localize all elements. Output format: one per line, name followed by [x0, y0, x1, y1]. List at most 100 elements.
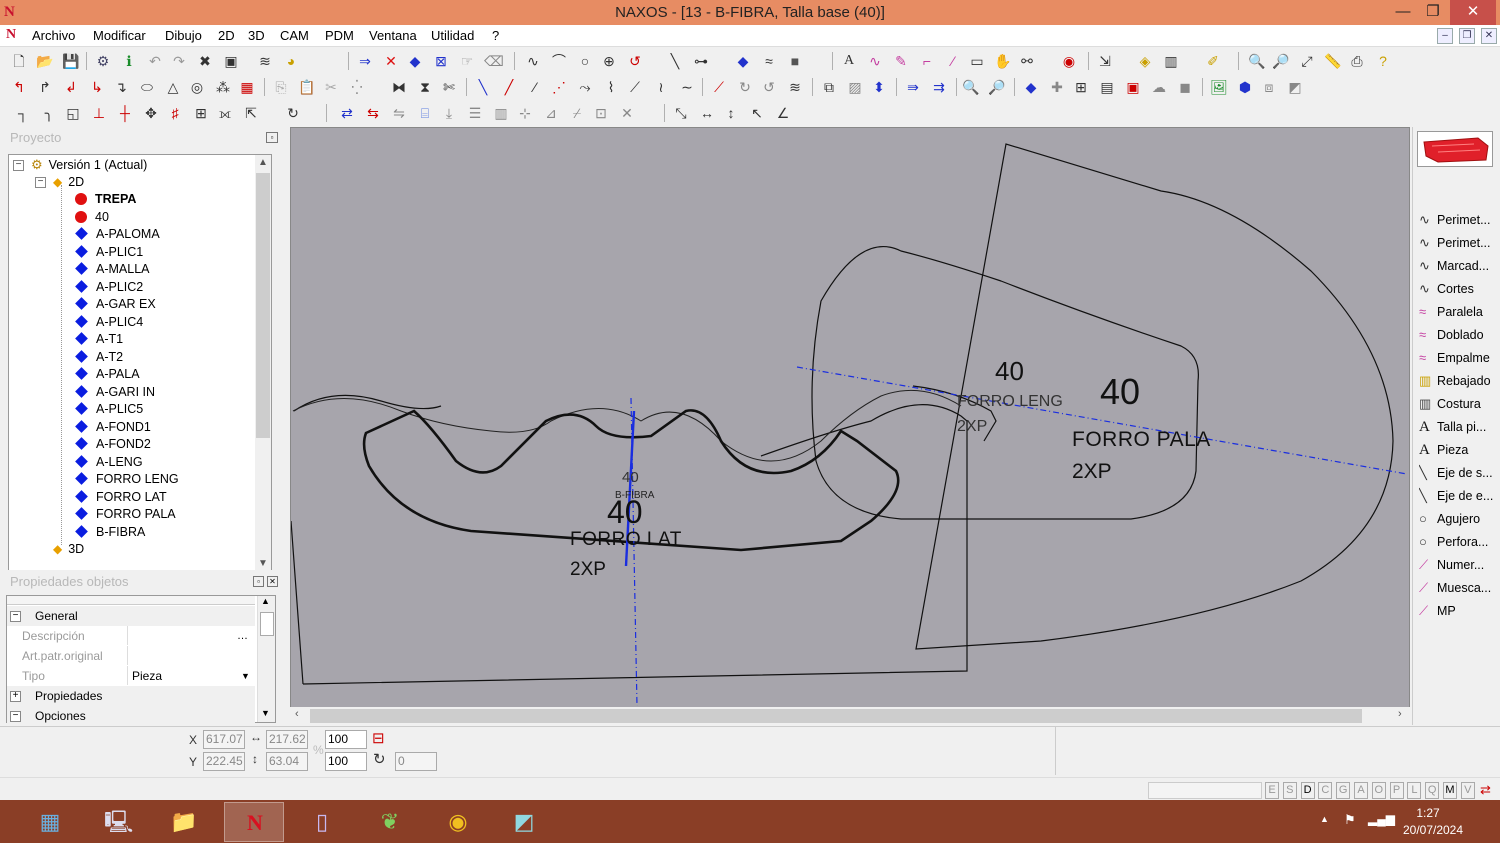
- spiral-icon[interactable]: ◎: [188, 78, 206, 96]
- arrows-red-icon[interactable]: ⇆: [364, 104, 382, 122]
- table-icon[interactable]: ⊞: [1072, 78, 1090, 96]
- menu-2d[interactable]: 2D: [218, 28, 235, 43]
- palette-item[interactable]: ╲ Eje de e...: [1419, 486, 1500, 506]
- mode-toggle[interactable]: E: [1265, 782, 1279, 799]
- tree-item[interactable]: A-MALLA: [75, 261, 150, 278]
- palette-item[interactable]: ∿ Perimet...: [1419, 233, 1500, 253]
- shapes-icon[interactable]: ◩: [1286, 78, 1304, 96]
- scroll-down-icon[interactable]: ▼: [255, 558, 271, 569]
- triangle-icon[interactable]: △: [164, 78, 182, 96]
- mode-toggle[interactable]: O: [1371, 782, 1386, 799]
- extend-icon[interactable]: ⇱: [242, 104, 260, 122]
- tree-item[interactable]: A-FOND2: [75, 436, 151, 453]
- canvas-horizontal-scrollbar[interactable]: ‹ ›: [290, 707, 1410, 725]
- menu-3d[interactable]: 3D: [248, 28, 265, 43]
- magnify-icon[interactable]: 🔍: [962, 78, 980, 96]
- section-propiedades[interactable]: + Propiedades: [7, 686, 255, 706]
- app-task[interactable]: ▯: [292, 802, 352, 842]
- rotation-field[interactable]: 0: [395, 752, 437, 771]
- wavy-icon[interactable]: ≋: [786, 78, 804, 96]
- corner2-icon[interactable]: ╮: [40, 104, 58, 122]
- move-icon[interactable]: ◆: [406, 52, 424, 70]
- tree-item[interactable]: A-PLIC2: [75, 279, 143, 296]
- pen-tool-icon[interactable]: ✎: [892, 52, 910, 70]
- align-icon[interactable]: ⊹: [516, 104, 534, 122]
- slash-icon[interactable]: ⁄: [526, 78, 544, 96]
- properties-scrollbar[interactable]: ▲ ▼: [257, 596, 275, 722]
- descripcion-field[interactable]: [127, 626, 255, 645]
- scale-x-field[interactable]: 100: [325, 730, 367, 749]
- dim-diagonal-icon[interactable]: ⤡: [672, 104, 690, 122]
- mode-toggle[interactable]: G: [1336, 782, 1351, 799]
- layer-stack-icon[interactable]: ⧈: [1260, 78, 1278, 96]
- art-patr-field[interactable]: [127, 646, 255, 665]
- arc-icon[interactable]: ⌒: [550, 52, 568, 70]
- palette-item[interactable]: ≈ Empalme: [1419, 348, 1500, 368]
- copy-icon[interactable]: ⎘: [272, 78, 290, 96]
- arc4-icon[interactable]: ↳: [88, 78, 106, 96]
- menu-dibujo[interactable]: Dibujo: [165, 28, 202, 43]
- node-add-icon[interactable]: ✚: [1048, 78, 1066, 96]
- ellipse-icon[interactable]: ⬭: [138, 78, 156, 96]
- arrows-gray-icon[interactable]: ⇋: [390, 104, 408, 122]
- stroke-icon[interactable]: ⁄: [944, 52, 962, 70]
- hash-icon[interactable]: ♯: [166, 104, 184, 122]
- dim-angle-icon[interactable]: ∠: [774, 104, 792, 122]
- cube-icon[interactable]: ⬢: [1236, 78, 1254, 96]
- scroll-right-icon[interactable]: ›: [1398, 708, 1402, 720]
- help-icon[interactable]: ?: [1374, 52, 1392, 70]
- window-icon[interactable]: ▤: [1098, 78, 1116, 96]
- drawing-canvas[interactable]: 40 40 B-FIBRA FORRO LAT 2XP 40 FORRO LEN…: [290, 127, 1410, 725]
- section-general[interactable]: − General: [7, 606, 255, 626]
- scale-lock-icon[interactable]: ⊟: [372, 729, 385, 747]
- rotate-icon[interactable]: ↻: [736, 78, 754, 96]
- join-curve-icon[interactable]: ⟋: [626, 78, 644, 96]
- spline-icon[interactable]: ∿: [524, 52, 542, 70]
- wave-icon[interactable]: ≈: [760, 52, 778, 70]
- mode-toggle[interactable]: P: [1389, 782, 1404, 799]
- mdi-restore-icon[interactable]: ❐: [1459, 28, 1475, 44]
- line-icon[interactable]: ╲: [666, 52, 684, 70]
- dim-radius-icon[interactable]: ↖: [748, 104, 766, 122]
- palette-item[interactable]: ▥ Rebajado: [1419, 371, 1500, 391]
- mode-toggle[interactable]: L: [1407, 782, 1422, 799]
- flip-icon[interactable]: ⧗: [416, 78, 434, 96]
- print-icon[interactable]: ⎙: [1348, 52, 1366, 70]
- menu-pdm[interactable]: PDM: [325, 28, 354, 43]
- menu-help[interactable]: ?: [492, 28, 499, 43]
- measure-icon[interactable]: ⊡: [592, 104, 610, 122]
- fold-tool-icon[interactable]: ∿: [866, 52, 884, 70]
- clock-time[interactable]: 1:27: [1390, 806, 1466, 820]
- tree-item[interactable]: TREPA: [75, 191, 136, 208]
- cluster-icon[interactable]: ⁂: [214, 78, 232, 96]
- mode-toggle[interactable]: S: [1282, 782, 1297, 799]
- properties-icon[interactable]: ▣: [222, 52, 240, 70]
- expand-icon[interactable]: +: [10, 691, 21, 702]
- cross-red-icon[interactable]: ┼: [116, 104, 134, 122]
- panel-icon[interactable]: ▣: [1124, 78, 1142, 96]
- hatch-icon[interactable]: ▨: [846, 78, 864, 96]
- mode-toggle[interactable]: V: [1460, 782, 1475, 799]
- palette-item[interactable]: ○ Agujero: [1419, 509, 1500, 529]
- tree-item[interactable]: 40: [75, 209, 109, 226]
- zoom-in-icon[interactable]: 🔍: [1248, 52, 1266, 70]
- tree-item[interactable]: FORRO LAT: [75, 489, 167, 506]
- section-opciones[interactable]: − Opciones: [7, 706, 255, 723]
- panel-close-icon[interactable]: ✕: [267, 576, 278, 587]
- cols-icon[interactable]: ▥: [492, 104, 510, 122]
- circle-icon[interactable]: ○: [576, 52, 594, 70]
- mode-toggle[interactable]: D: [1300, 782, 1315, 799]
- palette-item[interactable]: ∿ Marcad...: [1419, 256, 1500, 276]
- mdi-close-icon[interactable]: ✕: [1481, 28, 1497, 44]
- arc2-icon[interactable]: ↱: [36, 78, 54, 96]
- cut-icon[interactable]: ✂: [322, 78, 340, 96]
- redo-icon[interactable]: ↷: [170, 52, 188, 70]
- x-coordinate-field[interactable]: 617.07: [203, 730, 245, 749]
- select-icon[interactable]: ⇒: [356, 52, 374, 70]
- node-move-icon[interactable]: ◆: [1022, 78, 1040, 96]
- tree-item[interactable]: A-PLIC5: [75, 401, 143, 418]
- pan-icon[interactable]: ☞: [458, 52, 476, 70]
- smooth-icon[interactable]: ≀: [652, 78, 670, 96]
- cloud-icon[interactable]: ☁: [1150, 78, 1168, 96]
- project-tree[interactable]: − ⚙ Versión 1 (Actual) − ◆ 2D TREPA 40 A-PALOMA A…: [8, 154, 272, 576]
